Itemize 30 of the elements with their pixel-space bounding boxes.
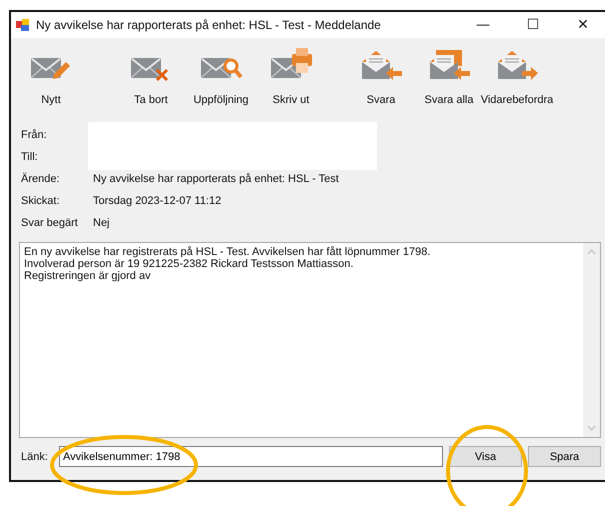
show-button[interactable]: Visa — [449, 446, 522, 467]
field-value: Ny avvikelse har rapporterats på enhet: HSL - Test — [93, 173, 339, 185]
scroll-up-icon[interactable] — [587, 249, 596, 255]
close-button[interactable]: ✕ — [561, 12, 605, 38]
print-button[interactable]: Skriv ut — [257, 46, 325, 116]
reply-button[interactable]: Svara — [347, 46, 415, 116]
message-line: Registreringen är gjord av — [24, 270, 152, 282]
window-title: Ny avvikelse har rapporterats på enhet: HSL - Test - Meddelande — [36, 18, 382, 32]
maximize-button[interactable]: ☐ — [511, 12, 555, 38]
delete-button[interactable]: Ta bort — [117, 46, 185, 116]
field-label: Svar begärt — [21, 217, 79, 229]
field-value: Nej — [93, 217, 110, 229]
scroll-down-icon[interactable] — [587, 425, 596, 431]
field-value: Torsdag 2023-12-07 11:12 — [93, 195, 222, 207]
message-body[interactable]: En ny avvikelse har registrerats på HSL - Test. Avvikelsen har fått löpnummer 1798. Involverad person är 19 921225-2382 Rickard Testsson Mattiasson. Registreringen är gjord av — [19, 242, 601, 438]
minimize-button[interactable]: — — [461, 12, 505, 38]
field-label: Till: — [21, 151, 39, 163]
scrollbar[interactable] — [583, 243, 600, 437]
field-label: Skickat: — [21, 195, 61, 207]
message-line: En ny avvikelse har registrerats på HSL - Test. Avvikelsen har fått löpnummer 1798. — [24, 246, 432, 258]
link-field[interactable]: Avvikelsenummer: 1798 — [59, 446, 443, 467]
field-label: Från: — [21, 129, 48, 141]
app-icon — [16, 18, 30, 32]
forward-button[interactable]: Vidarebefordra — [483, 46, 551, 116]
message-line: Involverad person är 19 921225-2382 Rickard Testsson Mattiasson. — [24, 258, 354, 270]
link-label: Länk: — [21, 450, 49, 462]
field-label: Ärende: — [21, 173, 61, 185]
followup-button[interactable]: Uppföljning — [187, 46, 255, 116]
new-button[interactable]: Nytt — [17, 46, 85, 116]
save-button[interactable]: Spara — [528, 446, 601, 467]
